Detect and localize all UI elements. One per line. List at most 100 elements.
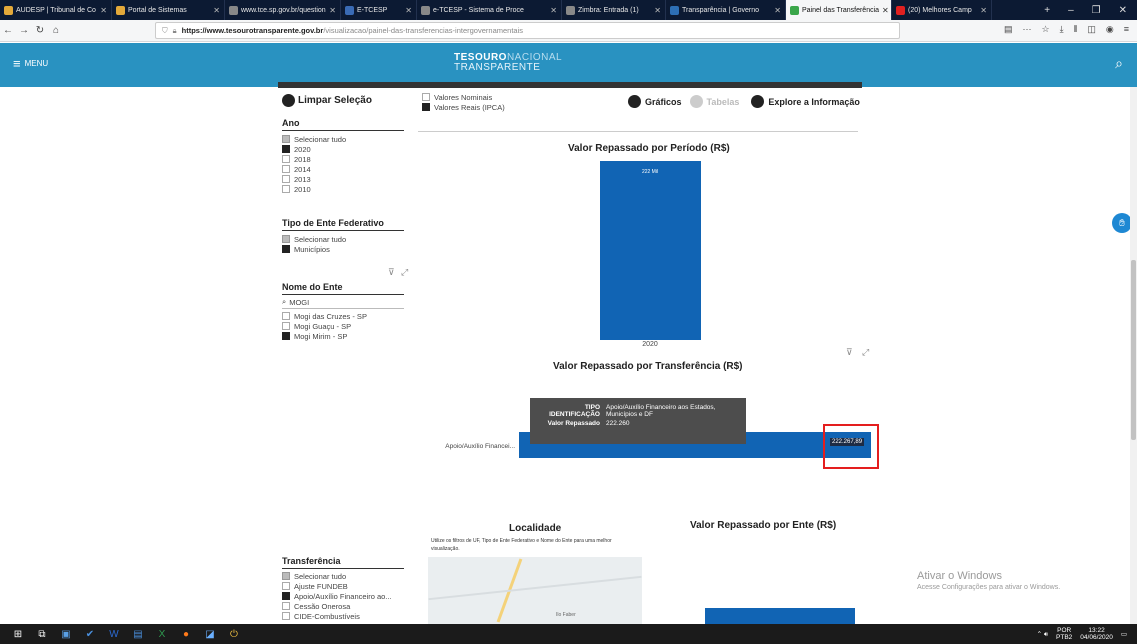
more-icon[interactable]: ··· (1023, 24, 1032, 35)
tab-close-icon[interactable]: ✕ (100, 6, 107, 15)
sidebar-icon[interactable]: ◫ (1087, 24, 1096, 35)
filter-transf-item[interactable]: Cessão Onerosa (282, 601, 404, 611)
expand-icon[interactable]: ⤢ (401, 267, 408, 278)
checkbox[interactable] (282, 592, 290, 600)
menu-button[interactable]: ≡ MENU (13, 56, 48, 71)
checkbox[interactable] (282, 135, 290, 143)
accessibility-icon[interactable]: ✋︎ (1112, 213, 1132, 233)
clock[interactable]: 13:22 04/06/2020 (1080, 627, 1113, 641)
app-icon[interactable]: ▤ (128, 624, 148, 644)
excel-icon[interactable]: X (152, 624, 172, 644)
tab-close-icon[interactable]: ✕ (882, 6, 889, 15)
tab-close-icon[interactable]: ✕ (774, 6, 781, 15)
filter-ano-item[interactable]: 2018 (282, 154, 404, 164)
forward-icon[interactable]: → (16, 25, 32, 36)
filter-ano-item[interactable]: 2013 (282, 174, 404, 184)
valores-nominais-option[interactable]: Valores Nominais (422, 92, 505, 102)
filter-ano-item[interactable]: Selecionar tudo (282, 134, 404, 144)
filter-transf-item[interactable]: Apoio/Auxílio Financeiro ao... (282, 591, 404, 601)
bookmark-star-icon[interactable]: ☆ (1042, 24, 1050, 35)
home-icon[interactable]: ⌂ (48, 25, 64, 36)
back-icon[interactable]: ← (0, 25, 16, 36)
new-tab-button[interactable]: + (1044, 5, 1050, 16)
minimize-button[interactable]: – (1068, 5, 1074, 16)
tab-close-icon[interactable]: ✕ (213, 6, 220, 15)
filter-ano-item[interactable]: 2014 (282, 164, 404, 174)
site-logo[interactable]: TESOURONACIONAL TRANSPARENTE (454, 53, 562, 73)
checkbox[interactable] (282, 582, 290, 590)
browser-tab[interactable]: AUDESP | Tribunal de Co ✕ (0, 0, 112, 20)
reload-icon[interactable]: ↻ (32, 25, 48, 36)
filter-nome-item[interactable]: Mogi Guaçu - SP (282, 321, 404, 331)
checkbox[interactable] (282, 312, 290, 320)
expand-icon[interactable]: ⤢ (862, 347, 869, 358)
browser-tab[interactable]: Painel das Transferência ✕ (786, 0, 892, 20)
url-bar[interactable]: ⛉ 🔒︎ https://www.tesourotransparente.gov… (155, 22, 900, 39)
filter-ano-item[interactable]: 2010 (282, 184, 404, 194)
checkbox[interactable] (282, 322, 290, 330)
hamburger-icon[interactable]: ≡ (1124, 24, 1129, 35)
chart-ente-bar[interactable] (705, 608, 855, 624)
filter-transf-item[interactable]: CIDE-Combustíveis (282, 611, 404, 621)
browser-tab[interactable]: Zimbra: Entrada (1) ✕ (562, 0, 666, 20)
browser-tab[interactable]: www.tce.sp.gov.br/question ✕ (225, 0, 341, 20)
checkbox[interactable] (282, 165, 290, 173)
tab-close-icon[interactable]: ✕ (329, 6, 336, 15)
tab-graficos[interactable]: Gráficos (645, 97, 682, 107)
checkbox[interactable] (282, 602, 290, 610)
reader-icon[interactable]: ▤ (1004, 24, 1013, 35)
maximize-button[interactable]: ❐ (1092, 5, 1101, 16)
tab-close-icon[interactable]: ✕ (405, 6, 412, 15)
checkbox[interactable] (282, 235, 290, 243)
browser-tab[interactable]: Portal de Sistemas ✕ (112, 0, 225, 20)
filter-tipo-item[interactable]: Selecionar tudo (282, 234, 404, 244)
checkbox[interactable] (282, 572, 290, 580)
scrollbar-thumb[interactable] (1131, 260, 1136, 440)
word-icon[interactable]: W (104, 624, 124, 644)
filter-transf-item[interactable]: Selecionar tudo (282, 571, 404, 581)
map[interactable]: Ilo Faber (428, 557, 642, 624)
app-icon[interactable]: ⏻ (224, 624, 244, 644)
task-view-icon[interactable]: ⧉ (32, 624, 52, 644)
nome-search-input[interactable]: ⌕ MOGI (282, 297, 404, 307)
tab-close-icon[interactable]: ✕ (550, 6, 557, 15)
tray-icons[interactable]: ⌃ 🔊︎ (1037, 631, 1048, 638)
firefox-icon[interactable]: ● (176, 624, 196, 644)
filter-nome-item[interactable]: Mogi Mirim - SP (282, 331, 404, 341)
app-icon[interactable]: ◪ (200, 624, 220, 644)
filter-icon[interactable]: ⊽ (846, 347, 853, 358)
filter-icon[interactable]: ⊽ (388, 267, 395, 278)
browser-tab[interactable]: Transparência | Governo ✕ (666, 0, 786, 20)
close-window-button[interactable]: ✕ (1119, 5, 1127, 16)
checkbox[interactable] (282, 185, 290, 193)
filter-ano-item[interactable]: 2020 (282, 144, 404, 154)
checkbox[interactable] (282, 175, 290, 183)
browser-tab[interactable]: E-TCESP ✕ (341, 0, 417, 20)
filter-transf-item[interactable]: Ajuste FUNDEB (282, 581, 404, 591)
clear-selection-button[interactable]: Limpar Seleção (282, 94, 372, 107)
tab-tabelas[interactable]: Tabelas (707, 97, 740, 107)
filter-tipo-item[interactable]: Municípios (282, 244, 404, 254)
checkbox[interactable] (282, 145, 290, 153)
notification-icon[interactable]: ▭ (1121, 631, 1127, 638)
tab-close-icon[interactable]: ✕ (980, 6, 987, 15)
extension-icon[interactable]: ◉ (1106, 24, 1114, 35)
browser-tab[interactable]: (20) Melhores Camp ✕ (892, 0, 992, 20)
download-icon[interactable]: ⤓ (1060, 24, 1064, 35)
checkbox[interactable] (282, 332, 290, 340)
start-icon[interactable]: ⊞ (8, 624, 28, 644)
app-icon[interactable]: ▣ (56, 624, 76, 644)
valores-reais-option[interactable]: Valores Reais (IPCA) (422, 102, 505, 112)
search-icon[interactable]: ⌕ (1115, 55, 1123, 72)
library-icon[interactable]: ⫴ (1074, 24, 1078, 35)
tab-explore[interactable]: Explore a Informação (768, 97, 860, 107)
tab-close-icon[interactable]: ✕ (654, 6, 661, 15)
checkbox[interactable] (282, 155, 290, 163)
chart-bar[interactable] (600, 161, 701, 340)
checkbox[interactable] (282, 245, 290, 253)
app-icon[interactable]: ✔︎ (80, 624, 100, 644)
language-indicator[interactable]: POR PTB2 (1056, 627, 1072, 641)
filter-nome-item[interactable]: Mogi das Cruzes - SP (282, 311, 404, 321)
checkbox[interactable] (282, 612, 290, 620)
browser-tab[interactable]: e-TCESP - Sistema de Proce ✕ (417, 0, 562, 20)
